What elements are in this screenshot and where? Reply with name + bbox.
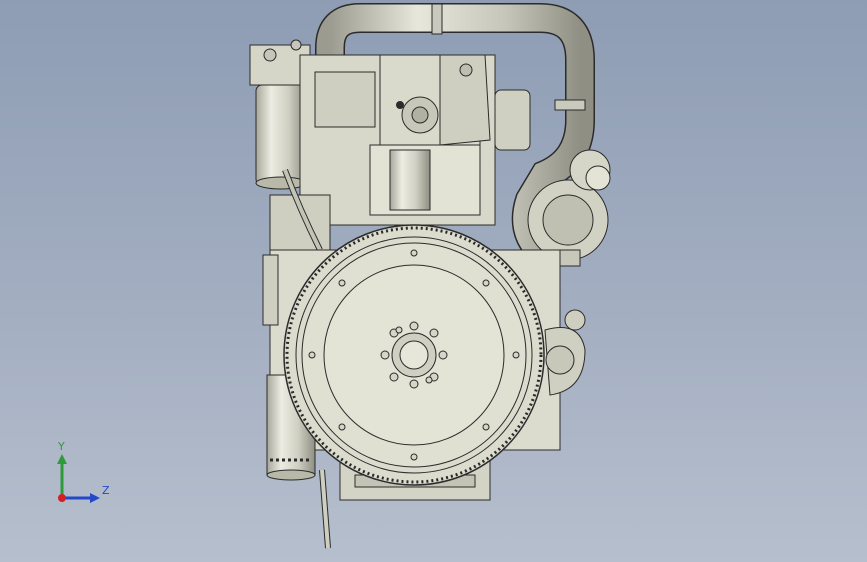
flywheel[interactable] [283, 224, 545, 486]
dipstick-tube[interactable] [319, 469, 331, 549]
engine-model[interactable] [0, 0, 867, 562]
y-axis-label: Y [58, 440, 65, 453]
z-axis-label: Z [102, 484, 110, 497]
coordinate-triad: Y Z [50, 440, 120, 510]
graphics-viewport[interactable]: Y Z [0, 0, 867, 562]
engine-block[interactable] [269, 54, 531, 256]
